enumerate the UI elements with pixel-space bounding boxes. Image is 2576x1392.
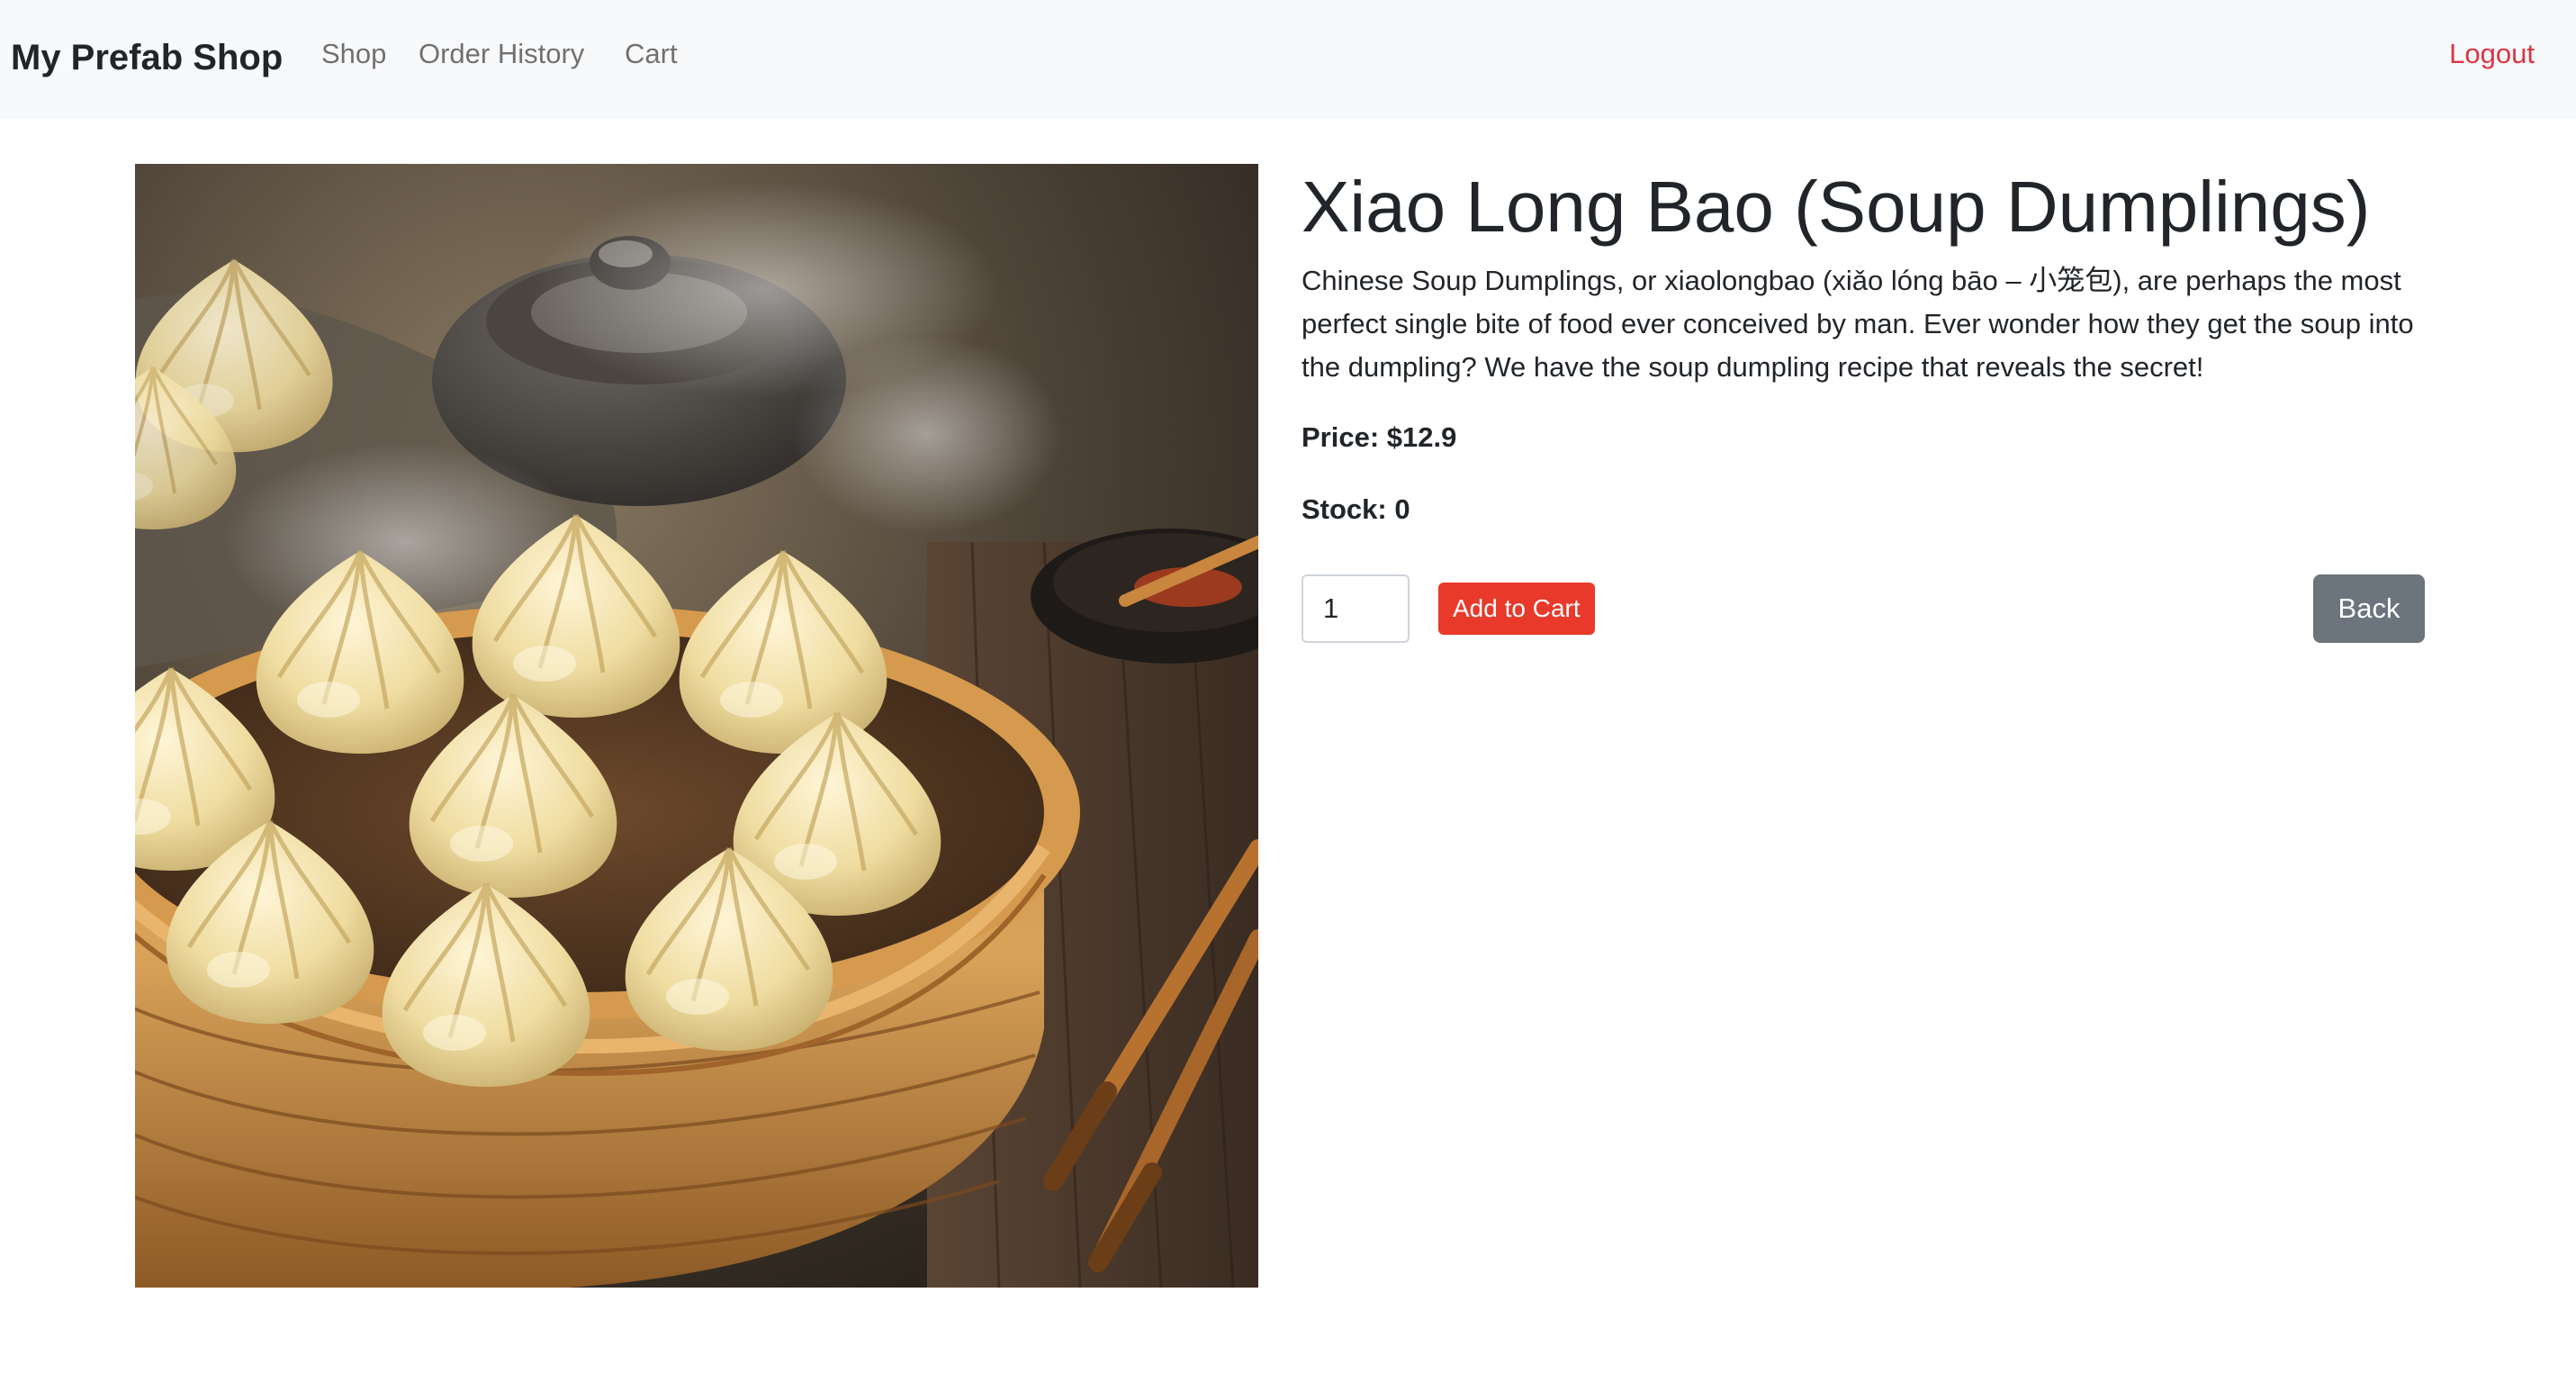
add-to-cart-button[interactable]: Add to Cart: [1438, 583, 1595, 635]
nav-shop-link[interactable]: Shop: [321, 38, 386, 70]
product-price: Price: $12.9: [1302, 421, 1457, 453]
nav-cart-link[interactable]: Cart: [625, 38, 678, 70]
product-image: [135, 164, 1258, 1288]
logout-link[interactable]: Logout: [2449, 38, 2535, 70]
product-details: Xiao Long Bao (Soup Dumplings) Chinese S…: [1302, 164, 2432, 643]
brand-link[interactable]: My Prefab Shop: [11, 38, 283, 78]
quantity-input[interactable]: [1302, 574, 1410, 643]
product-actions: Add to Cart Back: [1302, 574, 2432, 643]
product-description: Chinese Soup Dumplings, or xiaolongbao (…: [1302, 265, 2414, 383]
dumpling-steamer-photo: [135, 164, 1258, 1288]
product-stock: Stock: 0: [1302, 493, 1410, 525]
back-button[interactable]: Back: [2313, 574, 2425, 643]
navbar: My Prefab Shop Shop Order History Cart L…: [0, 0, 2576, 119]
product-title: Xiao Long Bao (Soup Dumplings): [1302, 167, 2371, 247]
nav-order-history-link[interactable]: Order History: [419, 38, 584, 70]
